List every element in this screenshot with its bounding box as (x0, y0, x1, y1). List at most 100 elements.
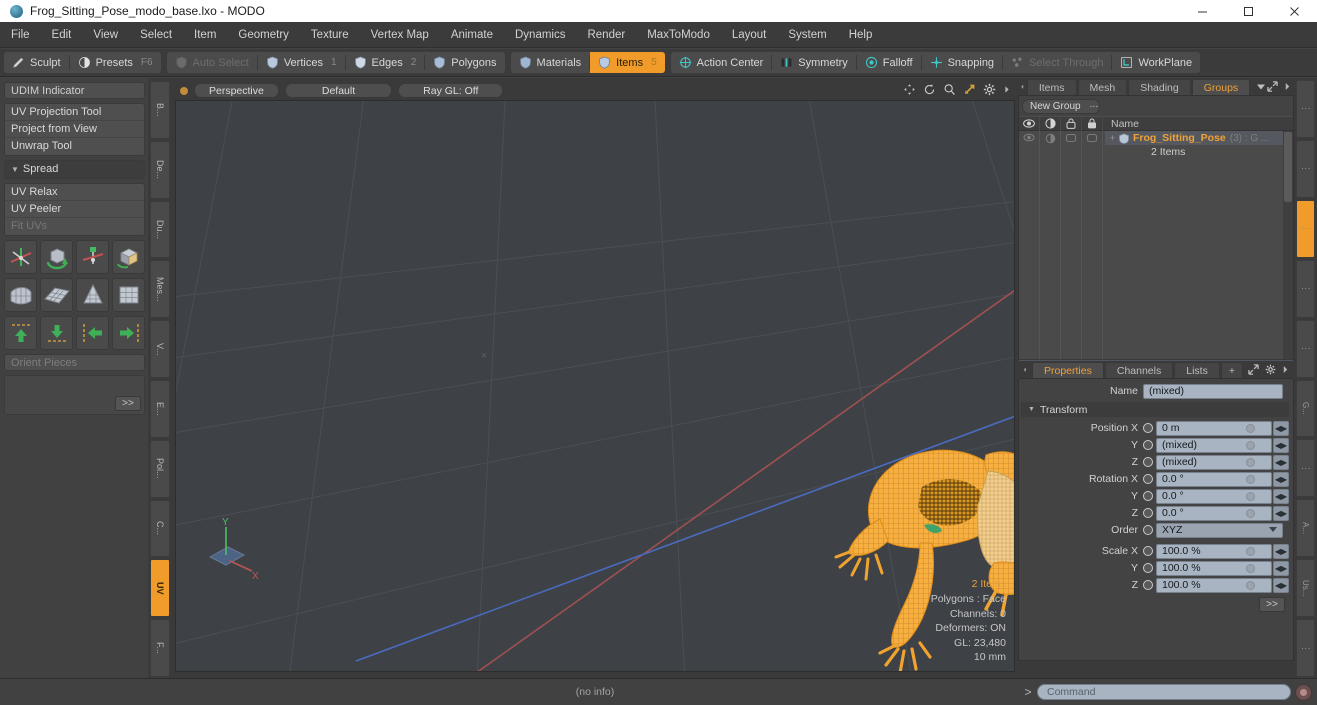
toolbar-button-select-through[interactable]: Select Through (1003, 52, 1111, 73)
chevron-down-icon[interactable] (1255, 80, 1267, 93)
left-vtab-de[interactable]: De... (150, 140, 170, 199)
property-anim-dot-icon[interactable] (1246, 580, 1255, 590)
name-field[interactable]: (mixed) (1143, 383, 1283, 399)
property-anim-dot-icon[interactable] (1246, 457, 1255, 467)
toolbar-button-edges[interactable]: Edges 2 (346, 52, 425, 73)
menu-item-file[interactable]: File (0, 22, 41, 48)
menu-item-maxtomodo[interactable]: MaxToModo (636, 22, 721, 48)
left-vtab-v[interactable]: V... (150, 320, 170, 378)
toolbar-button-sculpt[interactable]: Sculpt (4, 52, 69, 73)
tool-uv-relax[interactable]: UV Relax (5, 184, 144, 201)
left-vtab-pol[interactable]: Pol... (150, 439, 170, 498)
panel-grip-icon[interactable]: ◖ (1020, 365, 1030, 375)
toolbar-button-presets[interactable]: Presets F6 (70, 52, 161, 73)
uv-align-right-icon[interactable] (112, 316, 145, 350)
property-spinner[interactable]: ◀▶ (1273, 471, 1289, 487)
property-spinner[interactable]: ◀▶ (1273, 420, 1289, 436)
left-vtab-c[interactable]: C... (150, 499, 170, 558)
tool-uv-projection-tool[interactable]: UV Projection Tool (5, 104, 144, 121)
menu-item-item[interactable]: Item (183, 22, 227, 48)
pan-icon[interactable] (903, 83, 916, 96)
new-group-button[interactable]: New Group (1022, 99, 1100, 114)
uv-fit-mesh-icon[interactable] (4, 278, 37, 312)
uv-cone-mesh-icon[interactable] (76, 278, 109, 312)
right-vtab-1[interactable]: ⋮ (1296, 139, 1315, 198)
property-spinner[interactable]: ◀▶ (1273, 543, 1289, 559)
property-value-field[interactable]: 0.0 ° (1156, 505, 1272, 521)
right-vtab-2[interactable]: ⋮ (1296, 199, 1315, 258)
right-vtab-8[interactable]: Us... (1296, 559, 1315, 618)
channel-dot-icon[interactable] (1143, 440, 1153, 450)
menu-item-view[interactable]: View (82, 22, 129, 48)
property-spinner[interactable]: ◀▶ (1273, 437, 1289, 453)
property-value-field[interactable]: 0.0 ° (1156, 488, 1272, 504)
transform-section-header[interactable]: ▼ Transform (1021, 402, 1289, 417)
left-vtab-b[interactable]: B... (150, 81, 170, 139)
rotate-icon[interactable] (923, 83, 936, 96)
groups-list-area[interactable]: + Frog_Sitting_Pose (3) : G ... 2 Items (1019, 131, 1293, 359)
toolbar-button-auto-select[interactable]: Auto Select (167, 52, 257, 73)
property-value-field[interactable]: (mixed) (1156, 454, 1272, 470)
menu-item-vertex-map[interactable]: Vertex Map (360, 22, 440, 48)
property-spinner[interactable]: ◀▶ (1273, 560, 1289, 576)
zoom-icon[interactable] (943, 83, 956, 96)
expand-icon[interactable] (1248, 363, 1259, 376)
channel-dot-icon[interactable] (1143, 525, 1153, 535)
properties-more-button[interactable]: >> (1259, 597, 1285, 612)
command-input[interactable]: Command (1037, 684, 1291, 700)
left-vtab-f[interactable]: F... (150, 619, 170, 677)
eye-icon[interactable] (1019, 116, 1040, 131)
property-anim-dot-icon[interactable] (1246, 474, 1255, 484)
uv-rotate-cube-icon[interactable] (40, 240, 73, 274)
right-vtab-5[interactable]: G... (1296, 379, 1315, 438)
uv-grid-plane-icon[interactable] (40, 278, 73, 312)
toolbar-button-workplane[interactable]: WorkPlane (1112, 52, 1200, 73)
groups-tab-groups[interactable]: Groups (1191, 78, 1251, 95)
menu-item-system[interactable]: System (777, 22, 837, 48)
gear-icon[interactable] (1265, 363, 1276, 376)
left-vtab-mes[interactable]: Mes... (150, 260, 170, 319)
right-vtab-0[interactable]: ⋮ (1296, 80, 1315, 138)
property-spinner[interactable]: ◀▶ (1273, 577, 1289, 593)
viewport-menu-dot-icon[interactable] (180, 86, 188, 95)
minimize-icon[interactable] (1179, 0, 1225, 22)
viewport-raygl-button[interactable]: Ray GL: Off (398, 83, 504, 98)
tool-unwrap-tool[interactable]: Unwrap Tool (5, 138, 144, 155)
property-spinner[interactable]: ◀▶ (1273, 505, 1289, 521)
groups-list-scrollbar[interactable] (1283, 131, 1293, 359)
expand-icon[interactable] (1267, 80, 1278, 93)
tool-uv-peeler[interactable]: UV Peeler (5, 201, 144, 218)
left-vtab-du[interactable]: Du... (150, 200, 170, 259)
chevron-right-icon[interactable] (1003, 83, 1011, 96)
property-value-field[interactable]: 100.0 % (1156, 560, 1272, 576)
menu-item-animate[interactable]: Animate (440, 22, 504, 48)
property-spinner[interactable]: ◀▶ (1273, 454, 1289, 470)
lock-icon[interactable] (1061, 116, 1082, 131)
close-icon[interactable] (1271, 0, 1317, 22)
channel-dot-icon[interactable] (1143, 546, 1153, 556)
udim-indicator-button[interactable]: UDIM Indicator (4, 82, 145, 99)
expand-toggle-icon[interactable]: + (1107, 133, 1118, 143)
uv-square-mesh-icon[interactable] (112, 278, 145, 312)
properties-tab-add[interactable]: + (1220, 361, 1243, 378)
property-anim-dot-icon[interactable] (1246, 563, 1255, 573)
groups-tab-shading[interactable]: Shading (1128, 78, 1191, 95)
gear-icon[interactable] (983, 83, 996, 96)
menu-item-edit[interactable]: Edit (41, 22, 83, 48)
property-dropdown[interactable]: XYZ (1156, 522, 1283, 538)
panel-grip-icon[interactable]: ◖ (1020, 82, 1025, 92)
toolbar-button-falloff[interactable]: Falloff (857, 52, 921, 73)
properties-tab-channels[interactable]: Channels (1104, 361, 1174, 378)
uv-align-up-icon[interactable] (4, 316, 37, 350)
property-value-field[interactable]: 100.0 % (1156, 577, 1272, 593)
menu-item-help[interactable]: Help (838, 22, 884, 48)
channel-dot-icon[interactable] (1143, 563, 1153, 573)
groups-tab-items[interactable]: Items (1026, 78, 1077, 95)
orient-pieces-button[interactable]: Orient Pieces (4, 354, 145, 371)
properties-tab-lists[interactable]: Lists (1174, 361, 1220, 378)
property-value-field[interactable]: (mixed) (1156, 437, 1272, 453)
viewport-shading-button[interactable]: Default (284, 83, 393, 98)
maximize-icon[interactable] (1225, 0, 1271, 22)
channel-dot-icon[interactable] (1143, 580, 1153, 590)
toolbar-button-polygons[interactable]: Polygons (425, 52, 504, 73)
